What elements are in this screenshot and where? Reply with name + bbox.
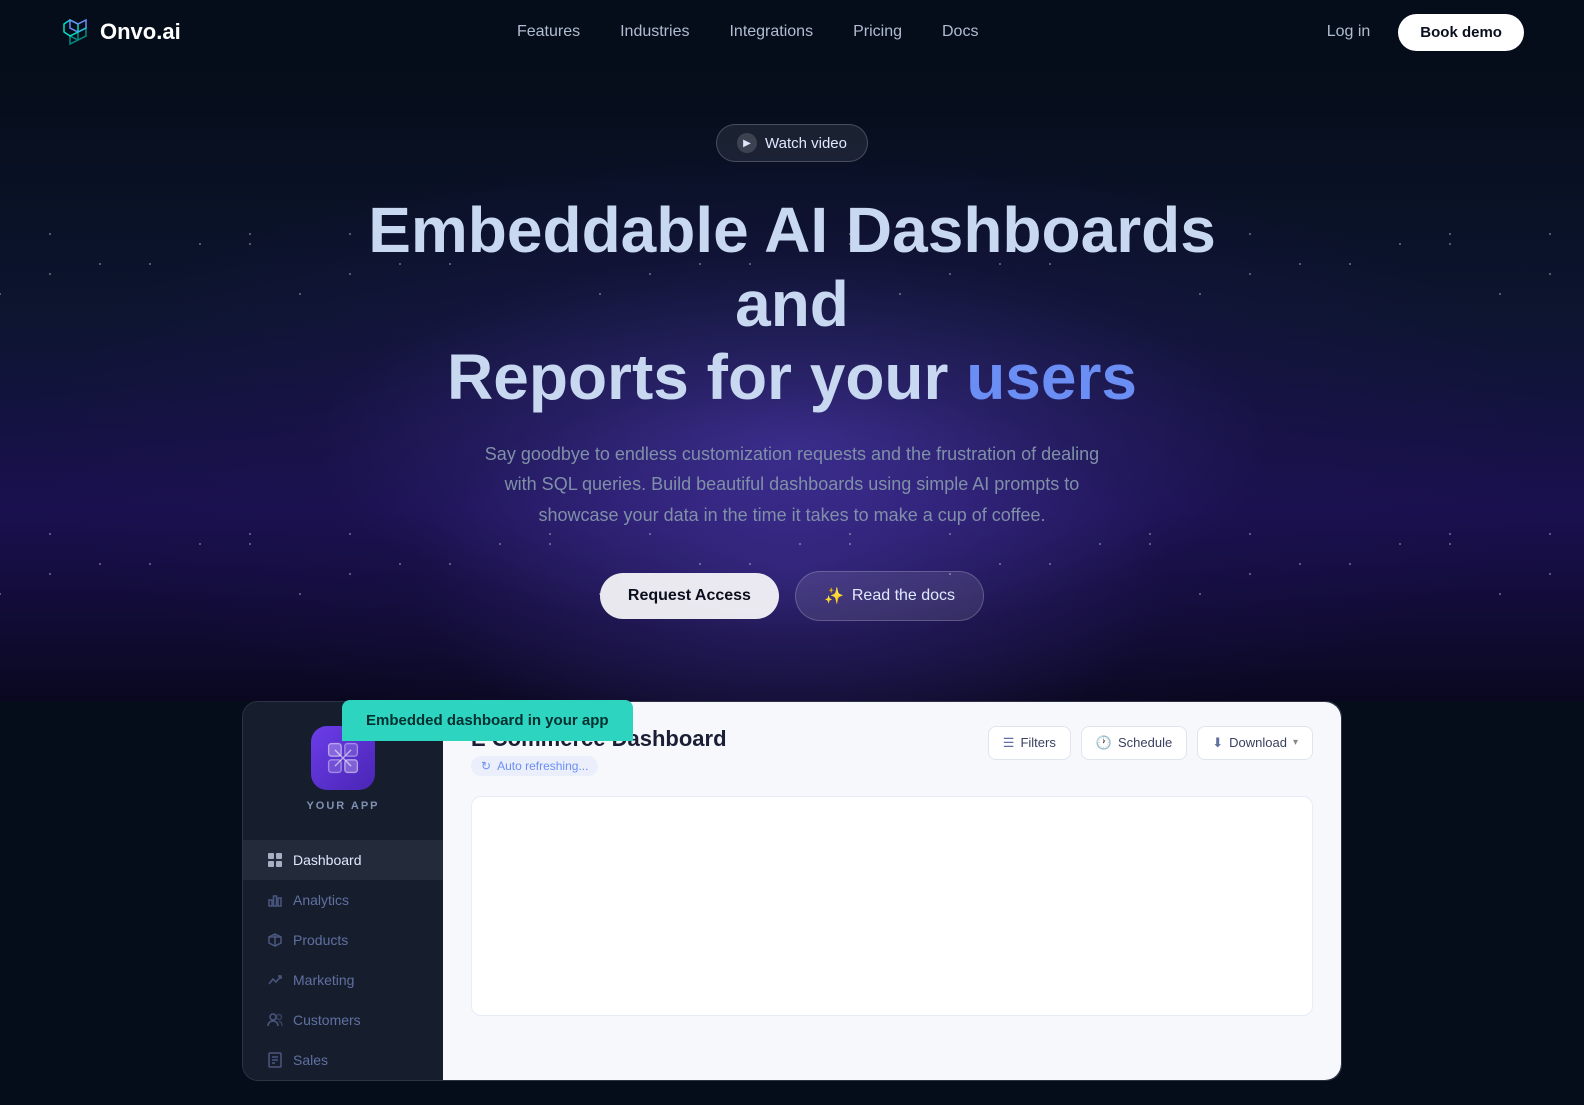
nav-actions: Log in Book demo (1315, 14, 1524, 51)
nav-features[interactable]: Features (517, 23, 580, 40)
nav-docs[interactable]: Docs (942, 23, 978, 40)
watch-video-label: Watch video (765, 135, 847, 152)
logo-text: Onvo.ai (100, 19, 181, 45)
demo-wrapper: Embedded dashboard in your app YOUR A (242, 701, 1342, 1081)
download-button[interactable]: ⬇ Download ▾ (1197, 726, 1313, 760)
auto-refresh-badge: ↻ Auto refreshing... (471, 756, 598, 776)
sidebar-marketing-label: Marketing (293, 972, 354, 988)
sidebar-sales-label: Sales (293, 1052, 328, 1068)
navbar: Onvo.ai Features Industries Integrations… (0, 0, 1584, 64)
schedule-label: Schedule (1118, 735, 1172, 750)
sidebar-analytics-label: Analytics (293, 892, 349, 908)
demo-section: Embedded dashboard in your app YOUR A (0, 701, 1584, 1081)
hero-title-part1: Embeddable AI Dashboards and (368, 194, 1216, 340)
hero-subtitle: Say goodbye to endless customization req… (472, 439, 1112, 531)
dashboard-main: E Commerce Dashboard ↻ Auto refreshing..… (443, 702, 1341, 1080)
sidebar-nav: Dashboard Analytics Products Marketing (243, 840, 443, 1080)
filters-label: Filters (1020, 735, 1055, 750)
hero-title-highlight: users (966, 341, 1137, 413)
filter-icon: ☰ (1003, 735, 1015, 751)
sidebar-dashboard-label: Dashboard (293, 852, 362, 868)
nav-pricing[interactable]: Pricing (853, 23, 902, 40)
box-icon (267, 932, 283, 948)
dashboard-actions: ☰ Filters 🕐 Schedule ⬇ Download ▾ (988, 726, 1313, 760)
login-button[interactable]: Log in (1315, 15, 1383, 49)
refresh-icon: ↻ (481, 759, 491, 773)
hero-section: ▶ Watch video Embeddable AI Dashboards a… (0, 64, 1584, 701)
nav-industries[interactable]: Industries (620, 23, 689, 40)
play-icon: ▶ (737, 133, 757, 153)
clock-icon: 🕐 (1096, 735, 1112, 751)
hero-actions: Request Access ✨ Read the docs (20, 571, 1564, 621)
watch-video-button[interactable]: ▶ Watch video (716, 124, 868, 162)
chevron-down-icon: ▾ (1293, 737, 1298, 748)
nav-links: Features Industries Integrations Pricing… (517, 23, 978, 41)
dashboard-content (471, 796, 1313, 1016)
logo-icon (60, 16, 92, 48)
hero-title: Embeddable AI Dashboards and Reports for… (342, 194, 1242, 415)
filters-button[interactable]: ☰ Filters (988, 726, 1071, 760)
book-demo-button[interactable]: Book demo (1398, 14, 1524, 51)
sidebar-products-label: Products (293, 932, 348, 948)
read-docs-button[interactable]: ✨ Read the docs (795, 571, 984, 621)
app-logo-svg (325, 740, 361, 776)
embedded-badge: Embedded dashboard in your app (342, 700, 633, 741)
users-icon (267, 1012, 283, 1028)
auto-refresh-label: Auto refreshing... (497, 759, 588, 773)
download-icon: ⬇ (1212, 735, 1223, 751)
sidebar-item-sales[interactable]: Sales (243, 1040, 443, 1080)
schedule-button[interactable]: 🕐 Schedule (1081, 726, 1187, 760)
sidebar-item-analytics[interactable]: Analytics (243, 880, 443, 920)
sidebar-item-dashboard[interactable]: Dashboard (243, 840, 443, 880)
sidebar-customers-label: Customers (293, 1012, 361, 1028)
download-label: Download (1229, 735, 1287, 750)
bar-chart-icon (267, 892, 283, 908)
wand-icon: ✨ (824, 586, 844, 606)
logo[interactable]: Onvo.ai (60, 16, 181, 48)
trending-icon (267, 972, 283, 988)
nav-integrations[interactable]: Integrations (729, 23, 813, 40)
grid-icon (267, 852, 283, 868)
read-docs-label: Read the docs (852, 587, 955, 605)
app-sidebar: YOUR APP Dashboard Analytics Products (243, 702, 443, 1080)
receipt-icon (267, 1052, 283, 1068)
app-name-label: YOUR APP (306, 800, 379, 812)
request-access-button[interactable]: Request Access (600, 573, 779, 619)
hero-title-part2: Reports for your (447, 341, 966, 413)
app-frame: YOUR APP Dashboard Analytics Products (242, 701, 1342, 1081)
hero-content: ▶ Watch video Embeddable AI Dashboards a… (20, 124, 1564, 621)
sidebar-item-marketing[interactable]: Marketing (243, 960, 443, 1000)
sidebar-item-customers[interactable]: Customers (243, 1000, 443, 1040)
sidebar-item-products[interactable]: Products (243, 920, 443, 960)
